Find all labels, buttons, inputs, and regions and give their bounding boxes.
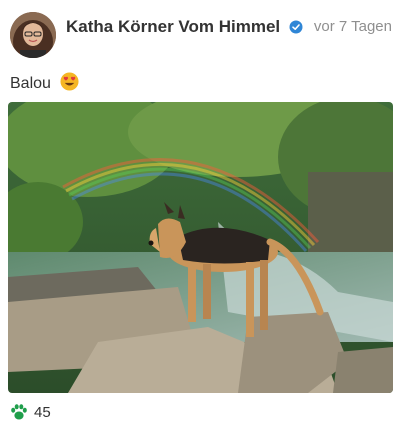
post-timestamp: vor 7 Tagen — [313, 18, 392, 35]
avatar-image — [10, 12, 56, 58]
author-name-text: Katha Körner Vom Himmel — [66, 17, 281, 36]
dog-by-river-photo — [8, 102, 393, 393]
paw-icon[interactable] — [10, 404, 28, 426]
likes-count[interactable]: 45 — [34, 404, 51, 421]
caption-text: Balou — [10, 75, 51, 92]
heart-eyes-emoji — [60, 72, 79, 96]
verified-check-icon — [289, 19, 303, 39]
post-photo[interactable] — [8, 102, 393, 393]
author-name[interactable]: Katha Körner Vom Himmel — [66, 17, 303, 39]
post-caption: Balou — [10, 72, 79, 96]
post-card: Katha Körner Vom Himmel vor 7 Tagen Balo… — [0, 0, 400, 431]
post-header: Katha Körner Vom Himmel vor 7 Tagen — [10, 12, 392, 60]
avatar[interactable] — [10, 12, 56, 58]
